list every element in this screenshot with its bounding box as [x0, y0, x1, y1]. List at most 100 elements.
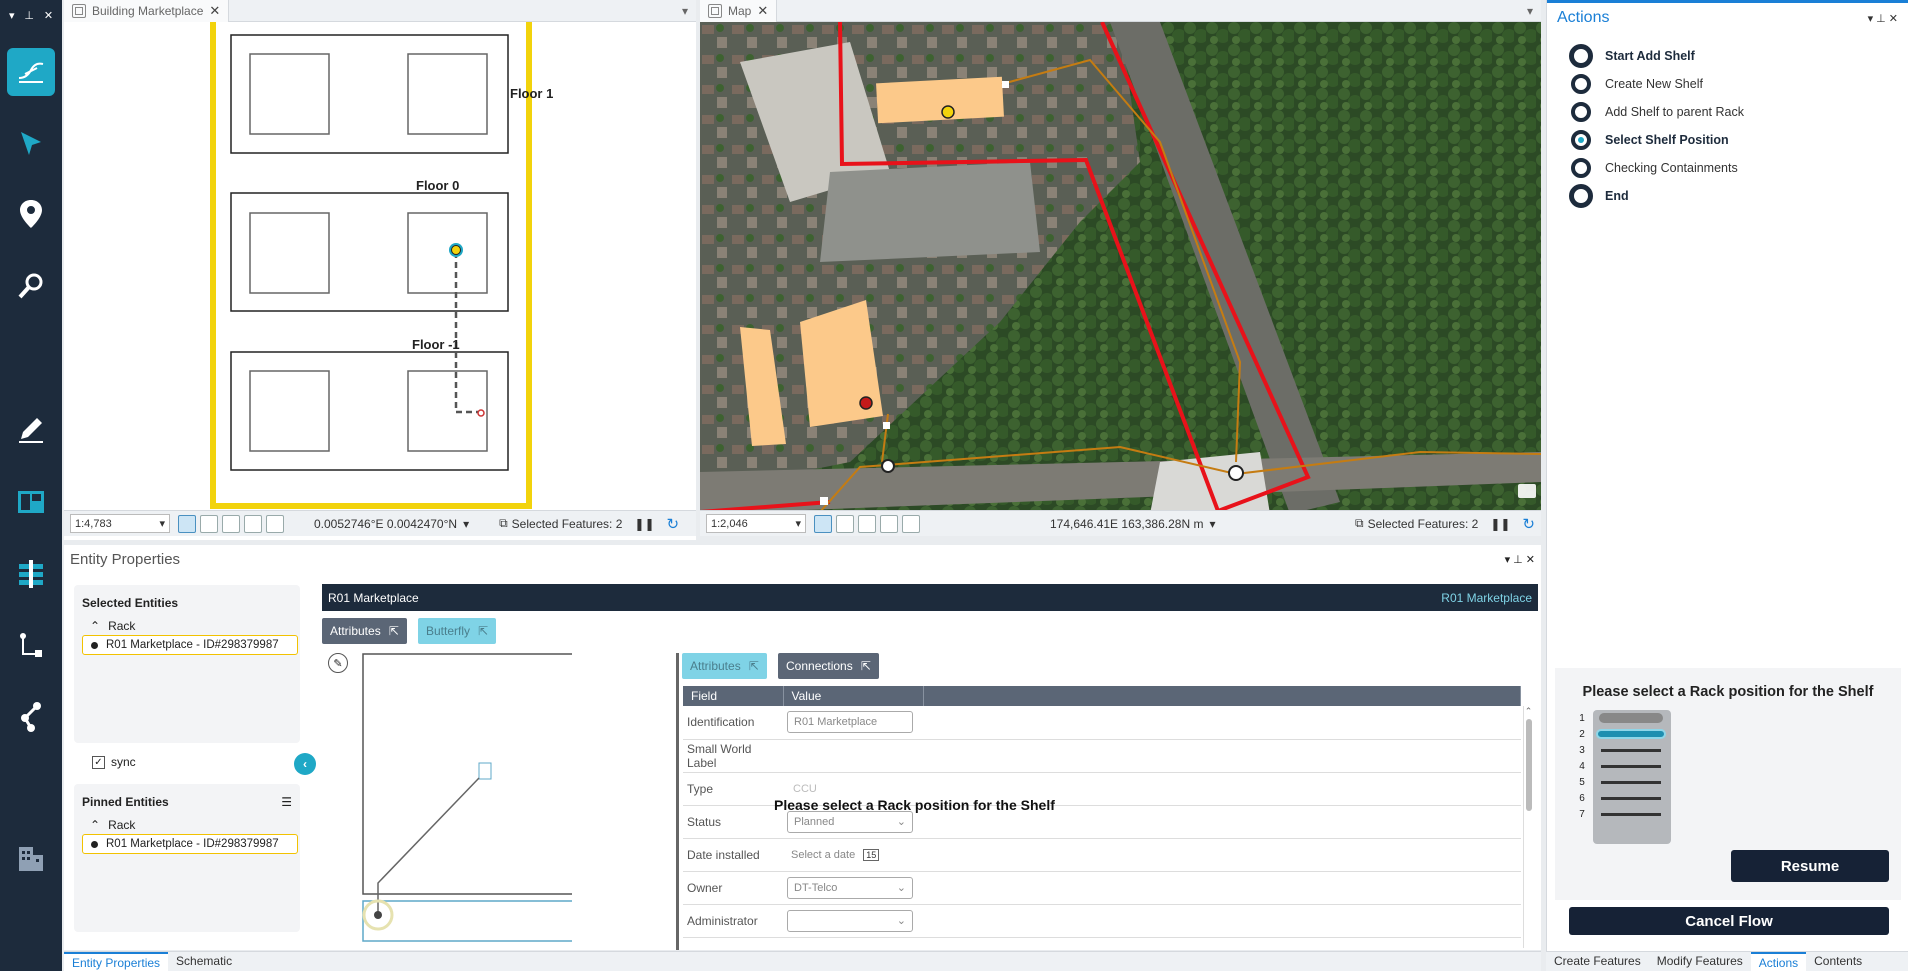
status-select[interactable]: Planned ⌄: [787, 810, 913, 833]
share-tool-button[interactable]: [7, 692, 55, 740]
junction-marker[interactable]: [1228, 465, 1244, 481]
building-schematic-canvas[interactable]: Floor 1 Floor 0 Floor -1: [64, 22, 696, 514]
tab-attributes[interactable]: Attributes ⇱: [322, 618, 407, 644]
entity-header-bar: R01 Marketplace R01 Marketplace: [322, 584, 1538, 611]
tab-building-marketplace[interactable]: Building Marketplace ✕: [64, 0, 230, 22]
map-scale-select[interactable]: 1:2,046 ▾: [706, 514, 806, 533]
scale-select[interactable]: 1:4,783 ▾: [70, 514, 170, 533]
yellow-node-marker[interactable]: [941, 105, 955, 119]
rack-slot[interactable]: 7: [1571, 806, 1671, 822]
tab-dropdown-icon[interactable]: ▾: [1527, 4, 1533, 18]
rack-slot[interactable]: 4: [1571, 758, 1671, 774]
tab-contents[interactable]: Contents: [1806, 952, 1870, 971]
owner-select[interactable]: DT-Telco ⌄: [787, 876, 913, 899]
node-dot[interactable]: [374, 911, 382, 919]
north-arrow-icon[interactable]: [266, 514, 284, 533]
grid-icon[interactable]: [200, 514, 218, 533]
tab-entity-properties[interactable]: Entity Properties: [64, 952, 169, 971]
butterfly-diagram[interactable]: [362, 653, 572, 943]
buildings-tool-button[interactable]: [7, 835, 55, 883]
cancel-flow-button[interactable]: Cancel Flow: [1569, 907, 1889, 935]
small-endpoint[interactable]: [820, 497, 828, 505]
pin-icon[interactable]: ⊥: [24, 9, 34, 22]
close-icon[interactable]: ✕: [209, 3, 220, 19]
chevron-down-icon[interactable]: ▾: [1209, 517, 1215, 531]
satellite-map[interactable]: [700, 22, 1541, 514]
junction-marker[interactable]: [881, 459, 895, 473]
edit-tool-button[interactable]: [7, 405, 55, 453]
close-icon[interactable]: ✕: [757, 3, 768, 19]
calendar-icon[interactable]: 15: [863, 848, 880, 861]
panel-controls[interactable]: ▾ ⊥ ✕: [1505, 553, 1535, 566]
layout-tool-button[interactable]: [7, 478, 55, 526]
administrator-select[interactable]: ⌄: [787, 909, 913, 932]
small-endpoint[interactable]: [883, 422, 890, 429]
endpoint-marker[interactable]: [477, 409, 485, 417]
small-endpoint[interactable]: [1002, 81, 1009, 88]
panel-controls[interactable]: ▾ ⊥ ✕: [1868, 12, 1898, 25]
map-legend-icon[interactable]: [1518, 484, 1536, 498]
rack-group-header[interactable]: ⌃ Rack: [74, 610, 300, 633]
tab-modify-features[interactable]: Modify Features: [1649, 952, 1751, 971]
resume-button[interactable]: Resume: [1731, 850, 1889, 882]
red-node-marker[interactable]: [859, 396, 873, 410]
port-box[interactable]: [478, 762, 492, 780]
pinned-entity-item[interactable]: R01 Marketplace - ID#298379987: [82, 834, 298, 854]
parking-area: [820, 162, 1040, 262]
selected-entity-item[interactable]: R01 Marketplace - ID#298379987: [82, 635, 298, 655]
wrench-icon[interactable]: ✎: [328, 653, 348, 673]
chevron-down-icon[interactable]: ▾: [463, 517, 469, 531]
rack-slot-selected[interactable]: 2: [1571, 726, 1671, 742]
search-tool-button[interactable]: [7, 262, 55, 310]
sync-checkbox[interactable]: ✓ sync: [92, 755, 136, 769]
refresh-icon[interactable]: ↻: [1522, 515, 1535, 533]
close-icon[interactable]: ✕: [44, 9, 53, 22]
tab-create-features[interactable]: Create Features: [1546, 952, 1649, 971]
select-tool-button[interactable]: [7, 120, 55, 168]
connection-tool-button[interactable]: [7, 622, 55, 670]
tab-detail-attributes[interactable]: Attributes ⇱: [682, 653, 767, 679]
dropdown-icon[interactable]: ▾: [9, 9, 15, 22]
scrollbar-thumb[interactable]: [1525, 719, 1532, 811]
floor-1-box[interactable]: [230, 34, 509, 154]
tab-actions[interactable]: Actions: [1750, 952, 1807, 971]
table-icon[interactable]: [858, 514, 876, 533]
tab-schematic[interactable]: Schematic: [168, 952, 240, 971]
tab-dropdown-icon[interactable]: ▾: [682, 4, 688, 18]
crosshair-icon[interactable]: [244, 514, 262, 533]
building-footprint[interactable]: [876, 76, 1004, 124]
table-icon[interactable]: [222, 514, 240, 533]
locate-tool-button[interactable]: [7, 190, 55, 238]
snap-icon[interactable]: [178, 514, 196, 533]
vertical-splitter[interactable]: [676, 653, 679, 950]
selected-features-count[interactable]: Selected Features: 2: [1368, 517, 1479, 531]
chevron-down-icon: ▾: [159, 518, 165, 530]
schematic-tool-button[interactable]: [7, 48, 55, 96]
rack-marker[interactable]: [451, 245, 461, 255]
identification-input[interactable]: R01 Marketplace: [787, 711, 913, 734]
tab-butterfly[interactable]: Butterfly ⇱: [418, 618, 497, 644]
floor-label: Floor 1: [510, 86, 554, 101]
crosshair-icon[interactable]: [880, 514, 898, 533]
snap-icon[interactable]: [814, 514, 832, 533]
pinned-group-header[interactable]: ⌃ Rack: [74, 809, 300, 832]
refresh-icon[interactable]: ↻: [667, 515, 680, 533]
collapse-panel-button[interactable]: ‹: [294, 753, 316, 775]
list-icon[interactable]: ☰: [281, 795, 292, 809]
scroll-up-icon[interactable]: ⌃: [1524, 706, 1533, 717]
table-scrollbar[interactable]: ⌃: [1523, 706, 1533, 948]
rack-diagram[interactable]: 1 2 3 4 5 6 7: [1571, 710, 1671, 850]
rack-slot[interactable]: 3: [1571, 742, 1671, 758]
date-installed-picker[interactable]: Select a date 15: [787, 848, 919, 861]
tab-connections[interactable]: Connections ⇱: [778, 653, 879, 679]
rack-slot[interactable]: 6: [1571, 790, 1671, 806]
pause-icon[interactable]: ❚❚: [634, 517, 654, 531]
hierarchy-tool-button[interactable]: [7, 550, 55, 598]
rack-slot[interactable]: 5: [1571, 774, 1671, 790]
north-arrow-icon[interactable]: [902, 514, 920, 533]
selected-features-count[interactable]: Selected Features: 2: [512, 517, 623, 531]
grid-icon[interactable]: [836, 514, 854, 533]
rack-slot[interactable]: 1: [1571, 710, 1671, 726]
tab-map[interactable]: Map ✕: [700, 0, 778, 22]
pause-icon[interactable]: ❚❚: [1490, 517, 1510, 531]
